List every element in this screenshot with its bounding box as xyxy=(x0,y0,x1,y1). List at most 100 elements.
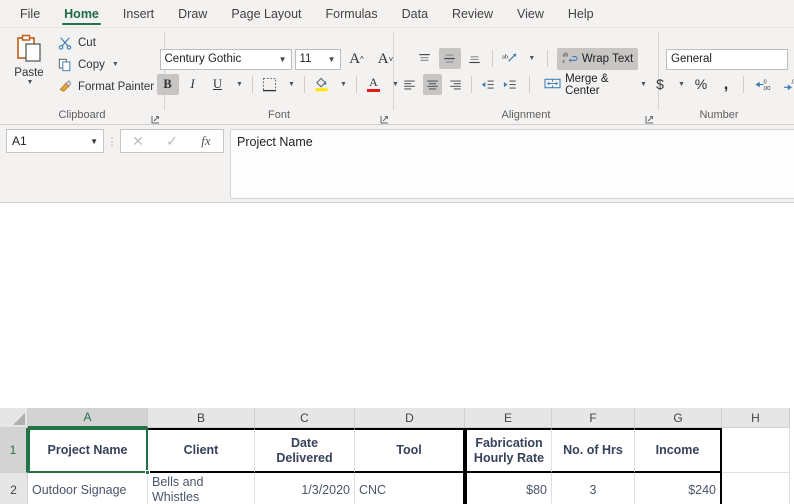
wrap-text-label: Wrap Text xyxy=(581,52,634,65)
font-color-button[interactable]: A xyxy=(363,74,385,95)
column-header-A[interactable]: A xyxy=(28,408,148,428)
ribbon-tab-file[interactable]: File xyxy=(8,0,52,27)
fill-color-button[interactable] xyxy=(311,74,333,95)
divider xyxy=(546,50,548,67)
underline-dropdown[interactable]: ▼ xyxy=(232,74,246,95)
chevron-down-icon: ▼ xyxy=(327,54,336,64)
ribbon-tab-data[interactable]: Data xyxy=(390,0,440,27)
bold-button[interactable]: B xyxy=(156,73,179,95)
ribbon-tab-view[interactable]: View xyxy=(505,0,556,27)
number-group-label: Number xyxy=(699,109,739,121)
formula-input[interactable]: Project Name xyxy=(230,129,794,199)
cell-H2[interactable] xyxy=(722,473,790,504)
chevron-down-icon[interactable]: ▼ xyxy=(640,81,647,88)
fill-handle[interactable] xyxy=(145,470,150,475)
format-painter-label: Format Painter xyxy=(78,80,155,93)
borders-button[interactable] xyxy=(259,74,281,95)
header-cell-G1[interactable]: Income xyxy=(635,428,722,473)
decrease-indent-button[interactable] xyxy=(478,74,498,95)
ribbon-tab-review[interactable]: Review xyxy=(440,0,505,27)
column-header-F[interactable]: F xyxy=(552,408,635,428)
name-box[interactable]: A1 ▼ xyxy=(6,129,104,153)
cut-button[interactable]: Cut xyxy=(54,32,157,53)
column-header-B[interactable]: B xyxy=(148,408,255,428)
confirm-entry-button[interactable]: ✓ xyxy=(155,130,189,152)
align-top-button[interactable] xyxy=(414,48,436,69)
cell-hours-r2[interactable]: 3 xyxy=(552,473,635,504)
cell-project-r2[interactable]: Outdoor Signage xyxy=(28,473,148,504)
header-cell-C1[interactable]: Date Delivered xyxy=(255,428,355,473)
increase-decimal-button[interactable]: .0 xyxy=(779,74,794,95)
chevron-down-icon[interactable]: ▼ xyxy=(27,79,34,86)
cell-income-r2[interactable]: $240 xyxy=(635,473,722,504)
cut-label: Cut xyxy=(78,36,96,49)
column-header-D[interactable]: D xyxy=(355,408,465,428)
align-bottom-button[interactable] xyxy=(464,48,486,69)
paste-button[interactable]: Paste ▼ xyxy=(6,32,52,86)
chevron-down-icon[interactable]: ▼ xyxy=(112,61,119,68)
cancel-entry-button[interactable]: ✕ xyxy=(121,130,155,152)
ribbon-tab-insert[interactable]: Insert xyxy=(111,0,166,27)
cell-rate-r2[interactable]: $80 xyxy=(465,473,552,504)
select-all-button[interactable] xyxy=(0,408,28,428)
fill-color-dropdown[interactable]: ▼ xyxy=(336,74,350,95)
ribbon-group-font: Century Gothic ▼ 11 ▼ A ^ A ˅ B I U ▼ ▼ … xyxy=(156,28,399,125)
clipboard-dialog-launcher-icon[interactable] xyxy=(151,115,160,124)
cell-H1[interactable] xyxy=(722,428,790,473)
close-icon: ✕ xyxy=(132,132,144,149)
ribbon-tab-help[interactable]: Help xyxy=(556,0,606,27)
ribbon-tab-home[interactable]: Home xyxy=(52,0,111,27)
alignment-dialog-launcher-icon[interactable] xyxy=(645,115,654,124)
currency-dropdown[interactable]: ▼ xyxy=(674,74,687,95)
column-header-E[interactable]: E xyxy=(465,408,552,428)
copy-button[interactable]: Copy ▼ xyxy=(54,54,157,75)
column-header-G[interactable]: G xyxy=(635,408,722,428)
paintbrush-icon xyxy=(57,79,73,95)
chevron-down-icon: ▼ xyxy=(288,80,295,88)
align-top-icon xyxy=(419,53,431,61)
number-format-combo[interactable]: General xyxy=(666,48,788,70)
align-middle-button[interactable] xyxy=(438,48,461,69)
font-name-combo[interactable]: Century Gothic ▼ xyxy=(159,48,292,70)
wrap-text-button[interactable]: ab c Wrap Text xyxy=(556,47,639,70)
header-cell-F1[interactable]: No. of Hrs xyxy=(552,428,635,473)
comma-format-button[interactable]: , xyxy=(715,74,737,95)
cell-tool-r2[interactable]: CNC xyxy=(355,473,465,504)
decrease-decimal-button[interactable]: 0 .00 xyxy=(750,74,776,95)
header-cell-A1[interactable]: Project Name xyxy=(28,428,148,473)
format-painter-button[interactable]: Format Painter xyxy=(54,76,157,97)
italic-button[interactable]: I xyxy=(182,74,204,95)
grow-font-button[interactable]: A ^ xyxy=(344,49,370,70)
currency-format-button[interactable]: $ xyxy=(649,74,671,95)
row-header-2[interactable]: 2 xyxy=(0,473,28,504)
formula-bar-grip[interactable]: ⋮ xyxy=(104,129,120,153)
percent-format-button[interactable]: % xyxy=(690,74,712,95)
align-right-button[interactable] xyxy=(445,74,465,95)
ribbon-tab-draw[interactable]: Draw xyxy=(166,0,219,27)
ribbon-tab-formulas[interactable]: Formulas xyxy=(314,0,390,27)
font-dialog-launcher-icon[interactable] xyxy=(380,115,389,124)
cell-client-r2[interactable]: Bells and Whistles xyxy=(148,473,255,504)
fill-color-icon xyxy=(315,77,328,92)
header-cell-D1[interactable]: Tool xyxy=(355,428,465,473)
insert-function-button[interactable]: fx xyxy=(189,130,223,152)
merge-center-button[interactable]: Merge & Center ▼ xyxy=(539,73,652,97)
align-center-button[interactable] xyxy=(422,74,443,95)
excel-window: File Home Insert Draw Page Layout Formulas Dat… xyxy=(0,0,794,504)
orientation-button[interactable]: ab xyxy=(499,48,521,69)
cell-date-r2[interactable]: 1/3/2020 xyxy=(255,473,355,504)
header-cell-B1[interactable]: Client xyxy=(148,428,255,473)
chevron-down-icon: ▼ xyxy=(340,80,347,88)
chevron-down-icon: ▼ xyxy=(278,54,287,64)
font-size-combo[interactable]: 11 ▼ xyxy=(294,48,341,70)
orientation-dropdown[interactable]: ▼ xyxy=(524,48,538,69)
borders-dropdown[interactable]: ▼ xyxy=(284,74,298,95)
row-header-1[interactable]: 1 xyxy=(0,428,28,473)
underline-button[interactable]: U xyxy=(207,74,229,95)
increase-indent-button[interactable] xyxy=(501,74,521,95)
ribbon-tab-page-layout[interactable]: Page Layout xyxy=(219,0,313,27)
column-header-H[interactable]: H xyxy=(722,408,790,428)
column-header-C[interactable]: C xyxy=(255,408,355,428)
header-cell-E1[interactable]: Fabrication Hourly Rate xyxy=(465,428,552,473)
align-left-button[interactable] xyxy=(400,74,420,95)
